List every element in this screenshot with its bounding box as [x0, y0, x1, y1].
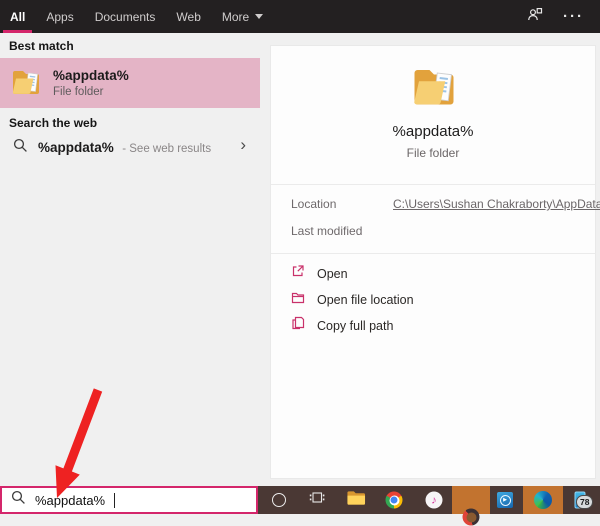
task-view-icon[interactable]: [309, 490, 325, 511]
open-action[interactable]: Open: [291, 265, 414, 282]
web-search-suggestion[interactable]: %appdata% - See web results: [0, 132, 260, 163]
search-the-web-header: Search the web: [9, 116, 97, 130]
search-input-value: %appdata%: [35, 493, 105, 508]
location-label: Location: [291, 197, 336, 211]
tab-apps[interactable]: Apps: [46, 0, 73, 33]
location-path-link[interactable]: C:\Users\Sushan Chakraborty\AppData: [393, 197, 600, 211]
copy-icon: [291, 316, 305, 335]
open-icon: [291, 264, 305, 283]
ellipsis-icon[interactable]: [563, 8, 584, 25]
chevron-down-icon: [255, 14, 263, 19]
tab-documents-label: Documents: [95, 10, 156, 24]
taskbar: 78: [258, 486, 600, 514]
file-explorer-icon[interactable]: [347, 490, 366, 511]
swirl-app-icon[interactable]: [463, 509, 480, 526]
play-icon: [500, 495, 511, 506]
result-preview-panel: %appdata% File folder Location C:\Users\…: [270, 45, 596, 479]
last-modified-label: Last modified: [291, 224, 362, 238]
open-action-label: Open: [317, 267, 348, 281]
search-icon: [11, 490, 26, 510]
copy-full-path-action[interactable]: Copy full path: [291, 317, 414, 334]
search-filter-bar: All Apps Documents Web More: [0, 0, 600, 33]
tab-apps-label: Apps: [46, 10, 73, 24]
preview-type: File folder: [271, 146, 595, 160]
divider: [271, 184, 595, 185]
folder-icon-large: [410, 61, 458, 114]
edge-icon[interactable]: [534, 491, 552, 509]
folder-icon: [10, 65, 42, 102]
tab-web-label: Web: [176, 10, 200, 24]
open-file-location-action[interactable]: Open file location: [291, 291, 414, 308]
tab-documents[interactable]: Documents: [95, 0, 156, 33]
last-modified-row: Last modified: [291, 224, 362, 238]
folder-location-icon: [291, 290, 305, 309]
location-row: Location C:\Users\Sushan Chakraborty\App…: [291, 197, 336, 211]
best-match-result[interactable]: %appdata% File folder: [0, 58, 260, 108]
search-results-pane: Best match %appdata% File folder Search …: [0, 33, 260, 486]
text-caret: [114, 493, 115, 508]
best-match-title: %appdata%: [53, 68, 129, 83]
chevron-right-icon[interactable]: [240, 135, 246, 155]
preview-title: %appdata%: [271, 123, 595, 140]
cortana-icon[interactable]: [272, 493, 286, 507]
web-suggestion-hint: - See web results: [122, 143, 211, 155]
tab-all-label: All: [10, 10, 25, 24]
best-match-type: File folder: [53, 86, 129, 98]
chrome-icon[interactable]: [386, 492, 403, 509]
movies-tv-icon[interactable]: [497, 492, 513, 508]
tab-more-label: More: [222, 10, 249, 24]
divider: [271, 253, 595, 254]
search-icon: [13, 138, 28, 158]
copy-full-path-label: Copy full path: [317, 319, 393, 333]
itunes-icon[interactable]: [426, 492, 443, 509]
tab-more[interactable]: More: [222, 0, 263, 33]
web-suggestion-query: %appdata%: [38, 140, 114, 155]
battery-badge: 78: [576, 495, 593, 509]
tab-all[interactable]: All: [10, 0, 25, 33]
tab-web[interactable]: Web: [176, 0, 200, 33]
search-input[interactable]: %appdata%: [0, 486, 258, 514]
open-file-location-label: Open file location: [317, 293, 414, 307]
feedback-icon[interactable]: [527, 6, 543, 27]
best-match-header: Best match: [9, 39, 74, 53]
